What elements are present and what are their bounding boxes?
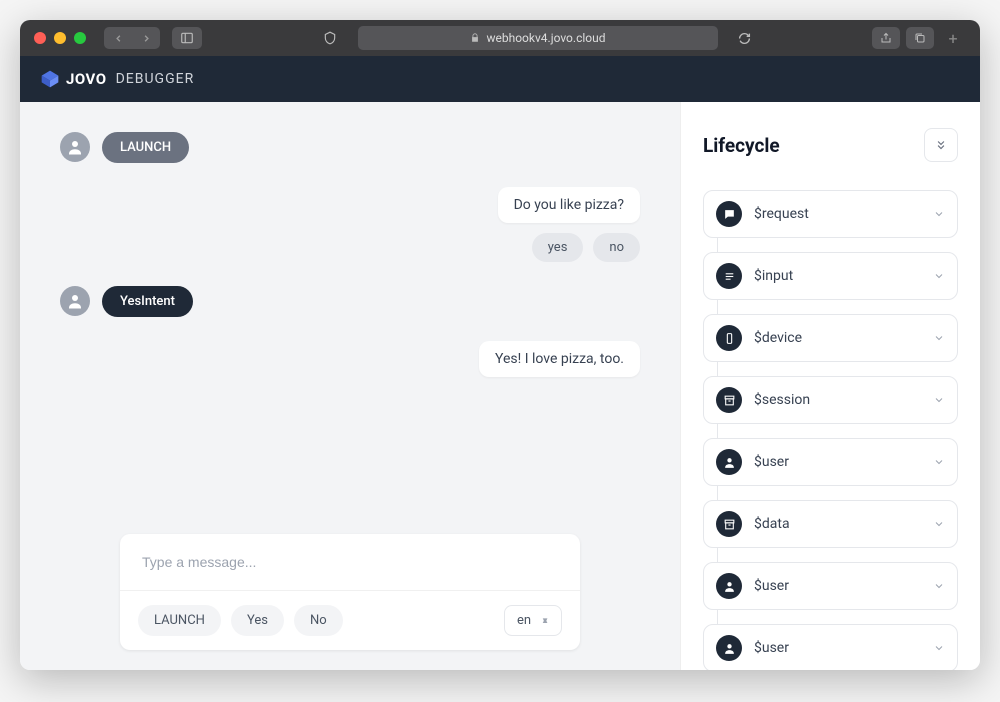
lifecycle-item-label: $data bbox=[754, 516, 790, 532]
tabs-button[interactable] bbox=[906, 27, 934, 49]
user-pill: YesIntent bbox=[102, 286, 193, 317]
app-body: LAUNCH Do you like pizza? yesno YesIntent Ye… bbox=[20, 102, 980, 670]
lifecycle-item-label: $device bbox=[754, 330, 802, 346]
lifecycle-item[interactable]: $session bbox=[703, 376, 958, 424]
suggestion-chip[interactable]: LAUNCH bbox=[138, 605, 221, 636]
product-name: DEBUGGER bbox=[116, 71, 195, 87]
suggestions-row: LAUNCH Yes No bbox=[138, 605, 343, 636]
forward-button[interactable] bbox=[132, 27, 160, 49]
chevron-down-icon bbox=[933, 329, 945, 348]
user-icon bbox=[716, 573, 742, 599]
bot-message: Do you like pizza? yesno bbox=[60, 187, 640, 262]
quick-reply-chip[interactable]: yes bbox=[532, 233, 584, 262]
reload-button[interactable] bbox=[730, 27, 758, 49]
sidebar-toggle-button[interactable] bbox=[172, 27, 202, 49]
user-avatar-icon bbox=[60, 132, 90, 162]
lock-icon bbox=[470, 33, 480, 43]
bot-message: Yes! I love pizza, too. bbox=[60, 341, 640, 377]
logo: JOVO DEBUGGER bbox=[40, 69, 194, 89]
lifecycle-item[interactable]: $user bbox=[703, 562, 958, 610]
app-header: JOVO DEBUGGER bbox=[20, 56, 980, 102]
nav-buttons bbox=[104, 27, 160, 49]
user-pill: LAUNCH bbox=[102, 132, 189, 163]
language-select[interactable]: en ▲▼ bbox=[504, 605, 562, 636]
bot-bubble: Yes! I love pizza, too. bbox=[479, 341, 640, 377]
chevron-down-icon bbox=[933, 205, 945, 224]
close-window-button[interactable] bbox=[34, 32, 46, 44]
privacy-shield-icon[interactable] bbox=[316, 27, 344, 49]
double-chevron-down-icon bbox=[934, 138, 948, 152]
user-avatar-icon bbox=[60, 286, 90, 316]
chevron-down-icon bbox=[933, 267, 945, 286]
browser-right-controls: + bbox=[872, 27, 966, 49]
lifecycle-item[interactable]: $request bbox=[703, 190, 958, 238]
lifecycle-panel: Lifecycle $request$input$device$session$… bbox=[680, 102, 980, 670]
chevron-down-icon bbox=[933, 577, 945, 596]
suggestion-chip[interactable]: No bbox=[294, 605, 343, 636]
language-value: en bbox=[517, 613, 531, 628]
new-tab-button[interactable]: + bbox=[940, 27, 966, 49]
brand-name: JOVO bbox=[66, 70, 107, 88]
maximize-window-button[interactable] bbox=[74, 32, 86, 44]
lines-icon bbox=[716, 263, 742, 289]
lifecycle-header: Lifecycle bbox=[703, 128, 958, 162]
lifecycle-list: $request $input $device $session $user $data $… bbox=[703, 190, 958, 670]
user-message: YesIntent bbox=[60, 286, 640, 317]
url-text: webhookv4.jovo.cloud bbox=[486, 31, 605, 45]
lifecycle-item-label: $user bbox=[754, 578, 789, 594]
lifecycle-item[interactable]: $input bbox=[703, 252, 958, 300]
chevron-down-icon bbox=[933, 515, 945, 534]
chevron-down-icon bbox=[933, 639, 945, 658]
chevron-down-icon bbox=[933, 391, 945, 410]
traffic-lights bbox=[34, 32, 86, 44]
lifecycle-item-label: $session bbox=[754, 392, 810, 408]
chat-icon bbox=[716, 201, 742, 227]
back-button[interactable] bbox=[104, 27, 132, 49]
archive-icon bbox=[716, 511, 742, 537]
chat-stream: LAUNCH Do you like pizza? yesno YesIntent Ye… bbox=[60, 132, 640, 534]
suggestion-chip[interactable]: Yes bbox=[231, 605, 284, 636]
composer-bottom: LAUNCH Yes No en ▲▼ bbox=[120, 591, 580, 650]
lifecycle-item-label: $input bbox=[754, 268, 793, 284]
collapse-all-button[interactable] bbox=[924, 128, 958, 162]
user-message: LAUNCH bbox=[60, 132, 640, 163]
bot-bubble: Do you like pizza? bbox=[498, 187, 640, 223]
browser-chrome: webhookv4.jovo.cloud + bbox=[20, 20, 980, 56]
bot-stack: Do you like pizza? yesno bbox=[498, 187, 640, 262]
message-input[interactable] bbox=[120, 534, 580, 590]
device-icon bbox=[716, 325, 742, 351]
chevron-down-icon bbox=[933, 453, 945, 472]
chat-panel: LAUNCH Do you like pizza? yesno YesIntent Ye… bbox=[20, 102, 680, 670]
url-bar[interactable]: webhookv4.jovo.cloud bbox=[358, 26, 718, 50]
lifecycle-item[interactable]: $data bbox=[703, 500, 958, 548]
bot-stack: Yes! I love pizza, too. bbox=[479, 341, 640, 377]
user-icon bbox=[716, 635, 742, 661]
minimize-window-button[interactable] bbox=[54, 32, 66, 44]
quick-replies: yesno bbox=[532, 233, 640, 262]
lifecycle-title: Lifecycle bbox=[703, 134, 780, 157]
lifecycle-item-label: $user bbox=[754, 640, 789, 656]
quick-reply-chip[interactable]: no bbox=[593, 233, 640, 262]
lifecycle-item[interactable]: $user bbox=[703, 624, 958, 670]
lifecycle-item-label: $request bbox=[754, 206, 809, 222]
jovo-logo-icon bbox=[40, 69, 60, 89]
user-icon bbox=[716, 449, 742, 475]
composer: LAUNCH Yes No en ▲▼ bbox=[120, 534, 580, 650]
lifecycle-item[interactable]: $user bbox=[703, 438, 958, 486]
archive-icon bbox=[716, 387, 742, 413]
lifecycle-item[interactable]: $device bbox=[703, 314, 958, 362]
share-button[interactable] bbox=[872, 27, 900, 49]
lifecycle-item-label: $user bbox=[754, 454, 789, 470]
browser-window: webhookv4.jovo.cloud + JOVO DEBUGGER bbox=[20, 20, 980, 670]
